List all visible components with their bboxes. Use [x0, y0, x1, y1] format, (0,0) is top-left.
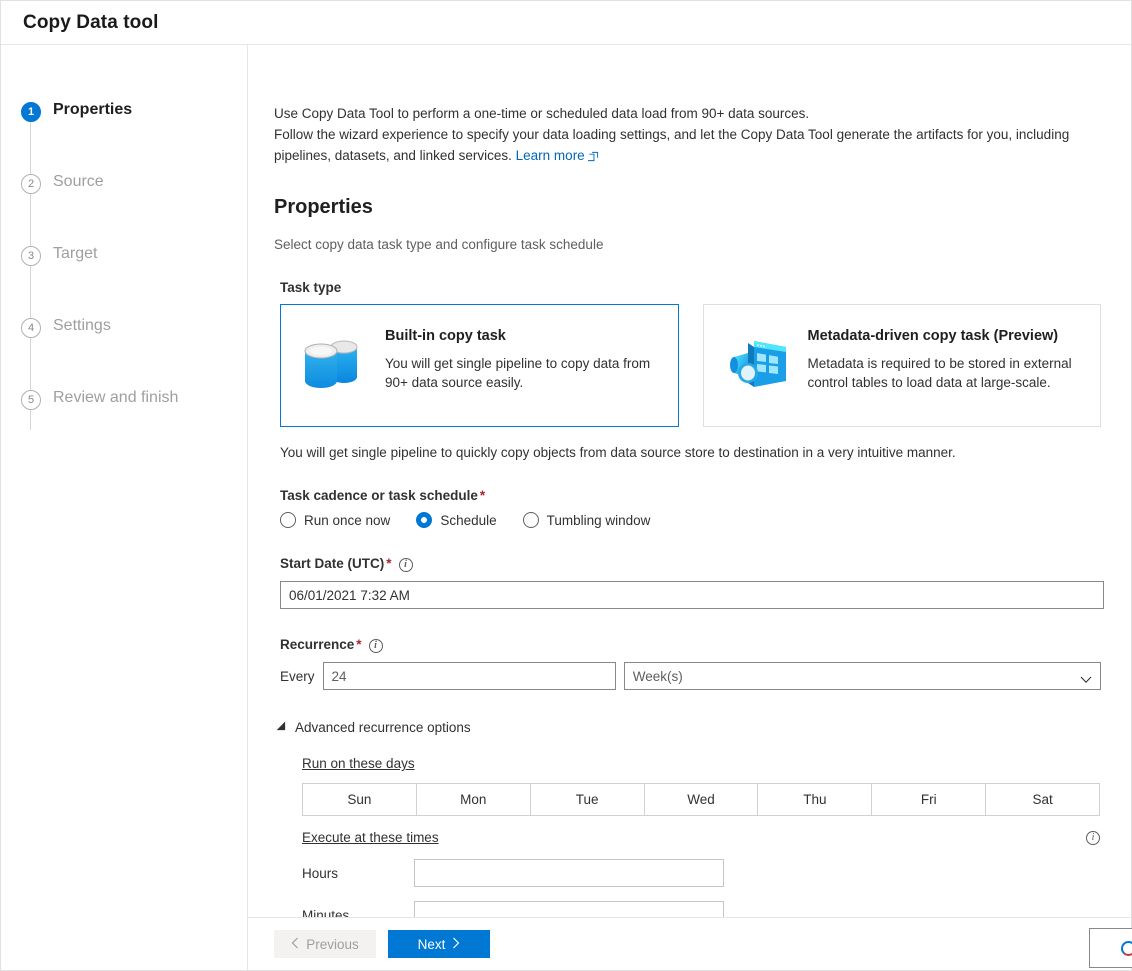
every-label: Every: [280, 668, 315, 684]
radio-run-once-now[interactable]: Run once now: [280, 512, 390, 528]
start-date-input[interactable]: [280, 581, 1104, 609]
info-icon[interactable]: i: [398, 558, 413, 572]
step-label: Settings: [53, 317, 111, 334]
window-body: 1 Properties 2 Source 3 Target 4 Setting…: [1, 45, 1131, 970]
sidebar-step-source[interactable]: 2 Source: [1, 172, 247, 244]
recurrence-row: Every: [280, 662, 1101, 690]
weekday-sun[interactable]: Sun: [302, 783, 416, 816]
previous-button[interactable]: Previous: [274, 930, 376, 958]
intro-line-2: Follow the wizard experience to specify …: [274, 127, 1070, 163]
window-titlebar: Copy Data tool: [1, 1, 1131, 45]
sidebar-step-properties[interactable]: 1 Properties: [1, 100, 247, 172]
partial-corner-widget[interactable]: [1089, 928, 1132, 968]
recurrence-unit-select[interactable]: [623, 662, 1101, 690]
run-on-these-days-label[interactable]: Run on these days: [302, 756, 415, 771]
card-text: Built-in copy task You will get single p…: [377, 327, 660, 392]
task-cadence-label: Task cadence or task schedule *: [280, 488, 486, 503]
radio-mark: [522, 512, 539, 528]
step-number-badge: 1: [21, 102, 41, 122]
info-icon[interactable]: i: [1086, 830, 1100, 845]
page-title: Properties: [274, 196, 373, 218]
chevron-left-icon: [291, 937, 299, 952]
step-label: Review and finish: [53, 389, 179, 406]
hours-input[interactable]: [414, 859, 724, 887]
triangle-collapse-icon: [276, 721, 290, 734]
wizard-sidebar: 1 Properties 2 Source 3 Target 4 Setting…: [1, 45, 248, 970]
task-type-label: Task type: [280, 280, 342, 295]
task-type-card-metadata-driven[interactable]: Metadata-driven copy task (Preview) Meta…: [702, 304, 1101, 427]
step-label: Target: [53, 245, 98, 262]
task-type-card-group: Built-in copy task You will get single p…: [280, 304, 1101, 427]
weekday-sat[interactable]: Sat: [985, 783, 1101, 816]
required-asterisk: *: [386, 556, 392, 571]
previous-button-label: Previous: [306, 936, 359, 952]
recurrence-label: Recurrence * i: [280, 637, 1101, 653]
advanced-recurrence-label: Advanced recurrence options: [295, 720, 471, 735]
radio-mark: [280, 512, 296, 528]
step-number-badge: 5: [21, 390, 41, 410]
card-text: Metadata-driven copy task (Preview) Meta…: [800, 327, 1083, 392]
radio-label: Tumbling window: [546, 512, 651, 528]
recurrence-unit-value[interactable]: [623, 662, 1101, 690]
execute-times-row: Execute at these times i: [302, 830, 1100, 845]
step-number-badge: 3: [21, 246, 41, 266]
task-type-note: You will get single pipeline to quickly …: [280, 445, 956, 460]
page-subtitle: Select copy data task type and configure…: [274, 237, 604, 252]
advanced-recurrence-toggle[interactable]: Advanced recurrence options: [276, 720, 1101, 735]
intro-line-1: Use Copy Data Tool to perform a one-time…: [274, 106, 810, 121]
copy-data-tool-window: Copy Data tool 1 Properties 2 Source 3 T…: [0, 0, 1132, 971]
sidebar-step-review-and-finish[interactable]: 5 Review and finish: [1, 388, 247, 460]
database-copy-icon: [301, 327, 377, 400]
learn-more-link[interactable]: Learn more: [516, 148, 599, 163]
card-title: Metadata-driven copy task (Preview): [807, 328, 1059, 344]
execute-at-these-times-label[interactable]: Execute at these times: [302, 830, 439, 845]
radio-tumbling-window[interactable]: Tumbling window: [522, 512, 651, 528]
recurrence-interval-input[interactable]: [322, 662, 616, 690]
spinner-icon: [1120, 940, 1132, 956]
wizard-steps: 1 Properties 2 Source 3 Target 4 Setting…: [1, 100, 247, 460]
hours-label: Hours: [302, 865, 339, 881]
sidebar-step-target[interactable]: 3 Target: [1, 244, 247, 316]
sidebar-step-settings[interactable]: 4 Settings: [1, 316, 247, 388]
next-button-label: Next: [417, 936, 446, 952]
weekday-selector: Sun Mon Tue Wed Thu Fri Sat: [302, 783, 1101, 816]
task-type-card-builtin[interactable]: Built-in copy task You will get single p…: [280, 304, 679, 427]
step-number-badge: 4: [21, 318, 41, 338]
weekday-tue[interactable]: Tue: [529, 783, 644, 816]
step-label: Source: [53, 173, 104, 190]
card-description: You will get single pipeline to copy dat…: [385, 356, 651, 390]
external-link-icon: [586, 147, 599, 168]
info-icon[interactable]: i: [368, 639, 383, 653]
weekday-mon[interactable]: Mon: [415, 783, 530, 816]
radio-label: Schedule: [440, 512, 497, 528]
radio-mark: [416, 512, 433, 528]
task-cadence-radio-group: Run once now Schedule Tumbling window: [280, 512, 1101, 528]
required-asterisk: *: [356, 637, 362, 652]
step-label: Properties: [53, 101, 133, 118]
main-panel: Use Copy Data Tool to perform a one-time…: [248, 45, 1131, 970]
chevron-right-icon: [452, 937, 460, 952]
window-title: Copy Data tool: [23, 11, 159, 33]
weekday-wed[interactable]: Wed: [643, 783, 758, 816]
required-asterisk: *: [479, 488, 486, 503]
wizard-footer: Previous Next: [248, 917, 1132, 970]
weekday-thu[interactable]: Thu: [757, 783, 872, 816]
card-description: Metadata is required to be stored in ext…: [807, 356, 1072, 390]
radio-schedule[interactable]: Schedule: [416, 512, 497, 528]
weekday-fri[interactable]: Fri: [871, 783, 986, 816]
next-button[interactable]: Next: [388, 930, 490, 958]
card-title: Built-in copy task: [385, 328, 506, 344]
hours-row: Hours: [302, 859, 1101, 887]
step-number-badge: 2: [21, 174, 41, 194]
intro-text: Use Copy Data Tool to perform a one-time…: [274, 103, 1101, 168]
start-date-label: Start Date (UTC) * i: [280, 556, 1101, 572]
radio-label: Run once now: [304, 512, 391, 528]
metadata-driven-icon: [724, 327, 800, 402]
